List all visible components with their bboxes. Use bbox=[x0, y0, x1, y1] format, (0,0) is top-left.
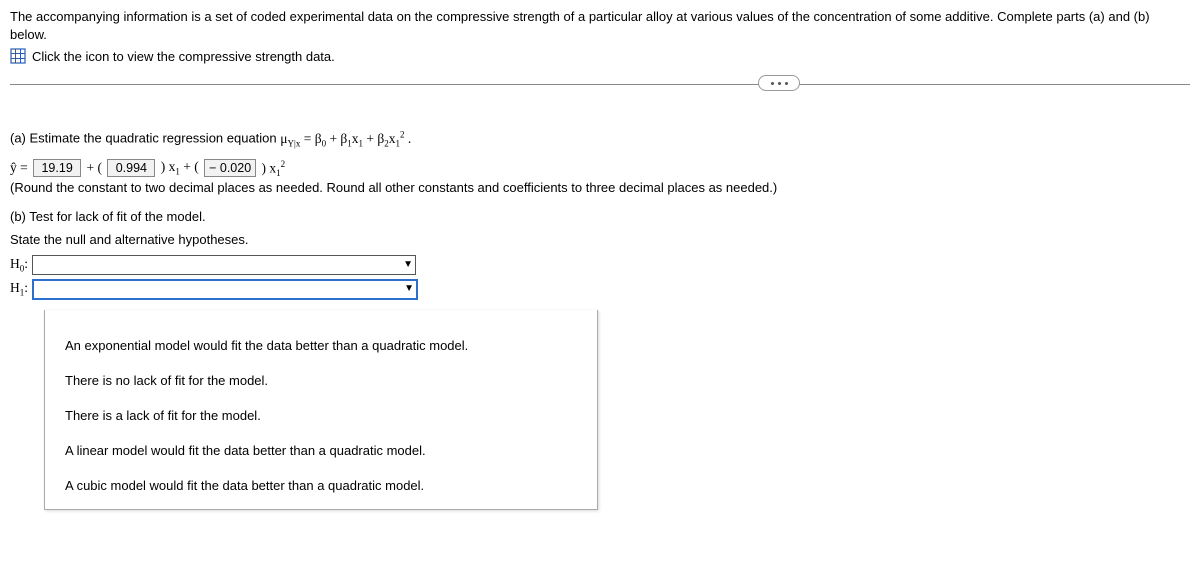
h1-select[interactable]: ▼ bbox=[32, 279, 418, 300]
chevron-down-icon: ▼ bbox=[403, 260, 413, 270]
part-a-prompt: (a) Estimate the quadratic regression eq… bbox=[10, 129, 1190, 148]
dropdown-option[interactable]: There is a lack of fit for the model. bbox=[61, 398, 581, 433]
regression-equation: ŷ = 19.19 + ( 0.994 ) x1 + ( − 0.020 ) x… bbox=[10, 159, 1190, 178]
state-hypotheses: State the null and alternative hypothese… bbox=[10, 232, 1190, 247]
more-icon[interactable] bbox=[758, 75, 800, 91]
dropdown-panel: An exponential model would fit the data … bbox=[44, 310, 598, 510]
h0-select[interactable]: ▼ bbox=[32, 255, 416, 275]
divider bbox=[10, 84, 1190, 85]
h1-label: H1: bbox=[10, 280, 28, 298]
dropdown-option[interactable]: An exponential model would fit the data … bbox=[61, 328, 581, 363]
dropdown-option[interactable]: A linear model would fit the data better… bbox=[61, 433, 581, 468]
dropdown-option[interactable]: A cubic model would fit the data better … bbox=[61, 468, 581, 503]
part-b-prompt: (b) Test for lack of fit of the model. bbox=[10, 209, 1190, 224]
chevron-down-icon: ▼ bbox=[404, 284, 414, 294]
h0-label: H0: bbox=[10, 256, 28, 274]
dropdown-option[interactable]: There is no lack of fit for the model. bbox=[61, 363, 581, 398]
beta0-input[interactable]: 19.19 bbox=[33, 159, 81, 177]
table-icon[interactable] bbox=[10, 48, 26, 64]
rounding-note: (Round the constant to two decimal place… bbox=[10, 180, 1190, 195]
beta2-input[interactable]: − 0.020 bbox=[204, 159, 256, 177]
data-link[interactable]: Click the icon to view the compressive s… bbox=[32, 49, 335, 64]
beta1-input[interactable]: 0.994 bbox=[107, 159, 155, 177]
problem-intro: The accompanying information is a set of… bbox=[10, 8, 1190, 44]
